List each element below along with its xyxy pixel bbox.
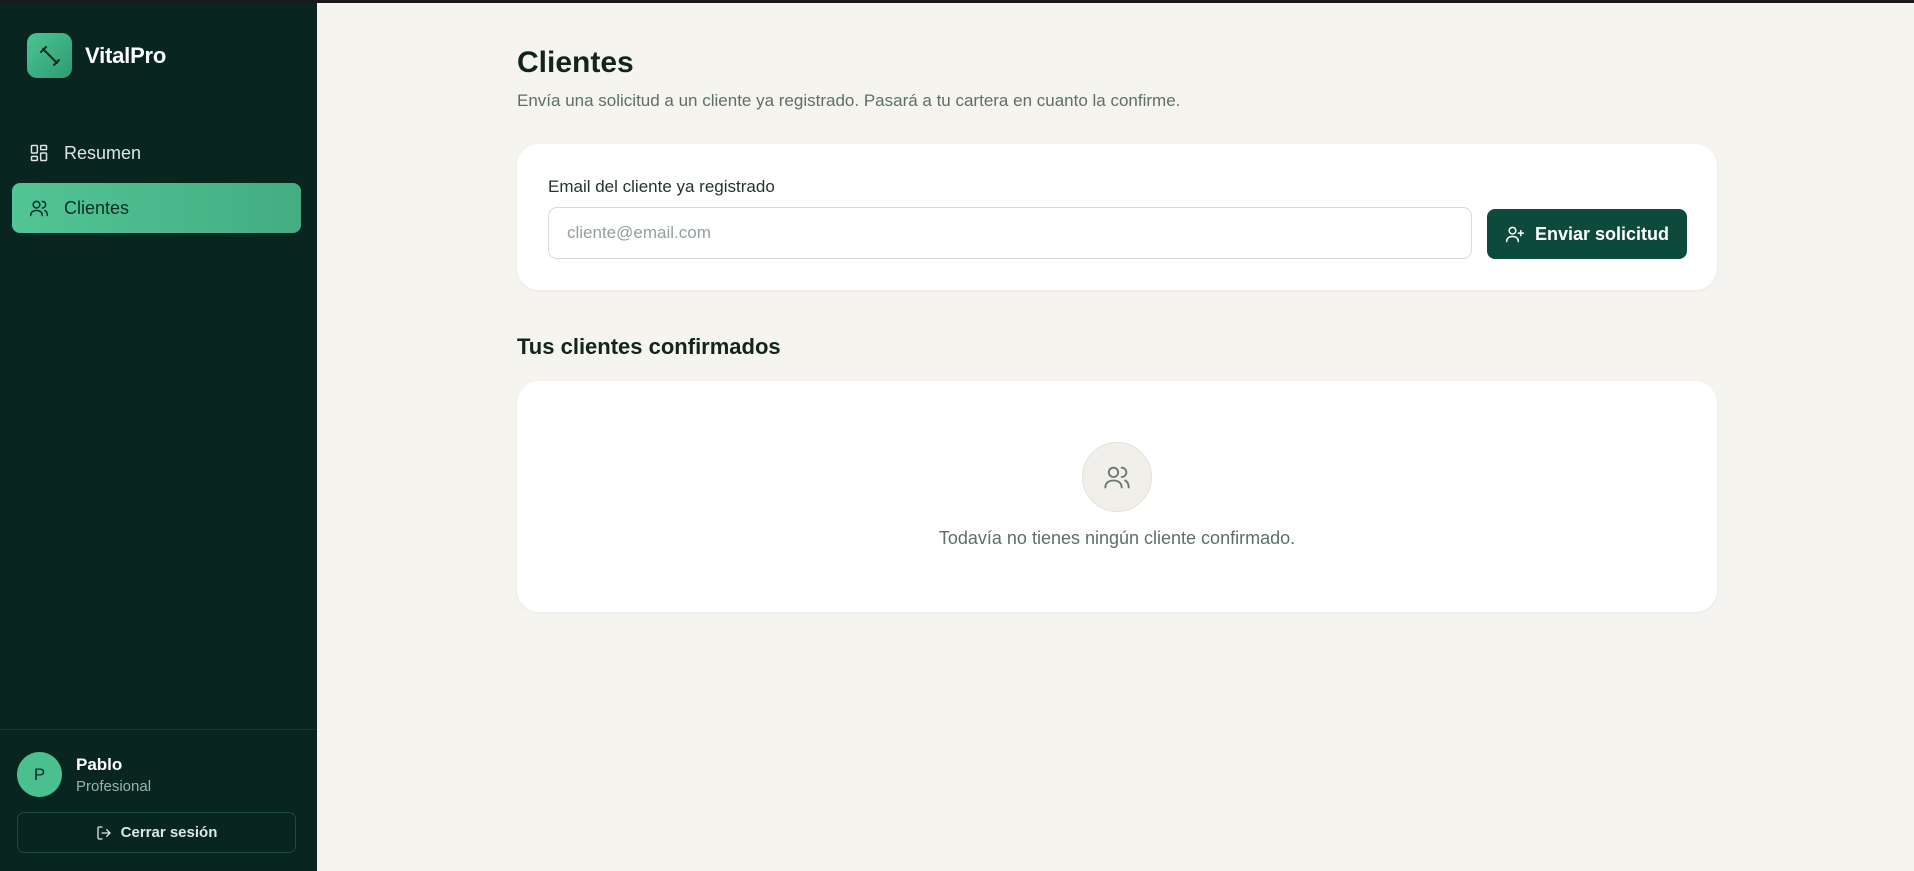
confirmed-clients-card: Todavía no tienes ningún cliente confirm… <box>517 381 1717 612</box>
sidebar-item-resumen[interactable]: Resumen <box>12 128 301 178</box>
request-form-card: Email del cliente ya registrado Enviar s… <box>517 144 1717 290</box>
client-email-input[interactable] <box>548 207 1472 259</box>
send-request-label: Enviar solicitud <box>1534 223 1670 244</box>
brand[interactable]: VitalPro <box>27 33 166 78</box>
sidebar-nav: Resumen Clientes <box>12 128 301 238</box>
page-title: Clientes <box>517 46 634 79</box>
sidebar-item-clientes[interactable]: Clientes <box>12 183 301 233</box>
user-name: Pablo <box>76 754 123 774</box>
user-profile: P Pablo Profesional <box>17 752 151 797</box>
app-name: VitalPro <box>85 42 167 68</box>
avatar: P <box>17 752 62 797</box>
window-top-border <box>0 0 1914 3</box>
confirmed-clients-title: Tus clientes confirmados <box>517 334 781 359</box>
logout-icon <box>96 825 112 841</box>
sidebar-item-label: Resumen <box>64 142 142 163</box>
logo-icon <box>27 33 72 78</box>
user-plus-icon <box>1505 224 1525 244</box>
send-request-button[interactable]: Enviar solicitud <box>1487 209 1687 259</box>
sidebar: VitalPro Resumen Clientes P Pablo Profes… <box>0 0 317 871</box>
users-icon <box>1082 442 1152 512</box>
logout-button[interactable]: Cerrar sesión <box>17 812 296 853</box>
logout-label: Cerrar sesión <box>120 824 218 841</box>
user-role: Profesional <box>76 777 152 795</box>
sidebar-item-label: Clientes <box>64 197 130 218</box>
email-field-label: Email del cliente ya registrado <box>548 177 775 196</box>
dashboard-icon <box>28 142 50 164</box>
page-subtitle: Envía una solicitud a un cliente ya regi… <box>517 91 1181 110</box>
empty-state-message: Todavía no tienes ningún cliente confirm… <box>938 528 1296 548</box>
sidebar-footer: P Pablo Profesional Cerrar sesión <box>0 729 317 871</box>
users-icon <box>28 197 50 219</box>
